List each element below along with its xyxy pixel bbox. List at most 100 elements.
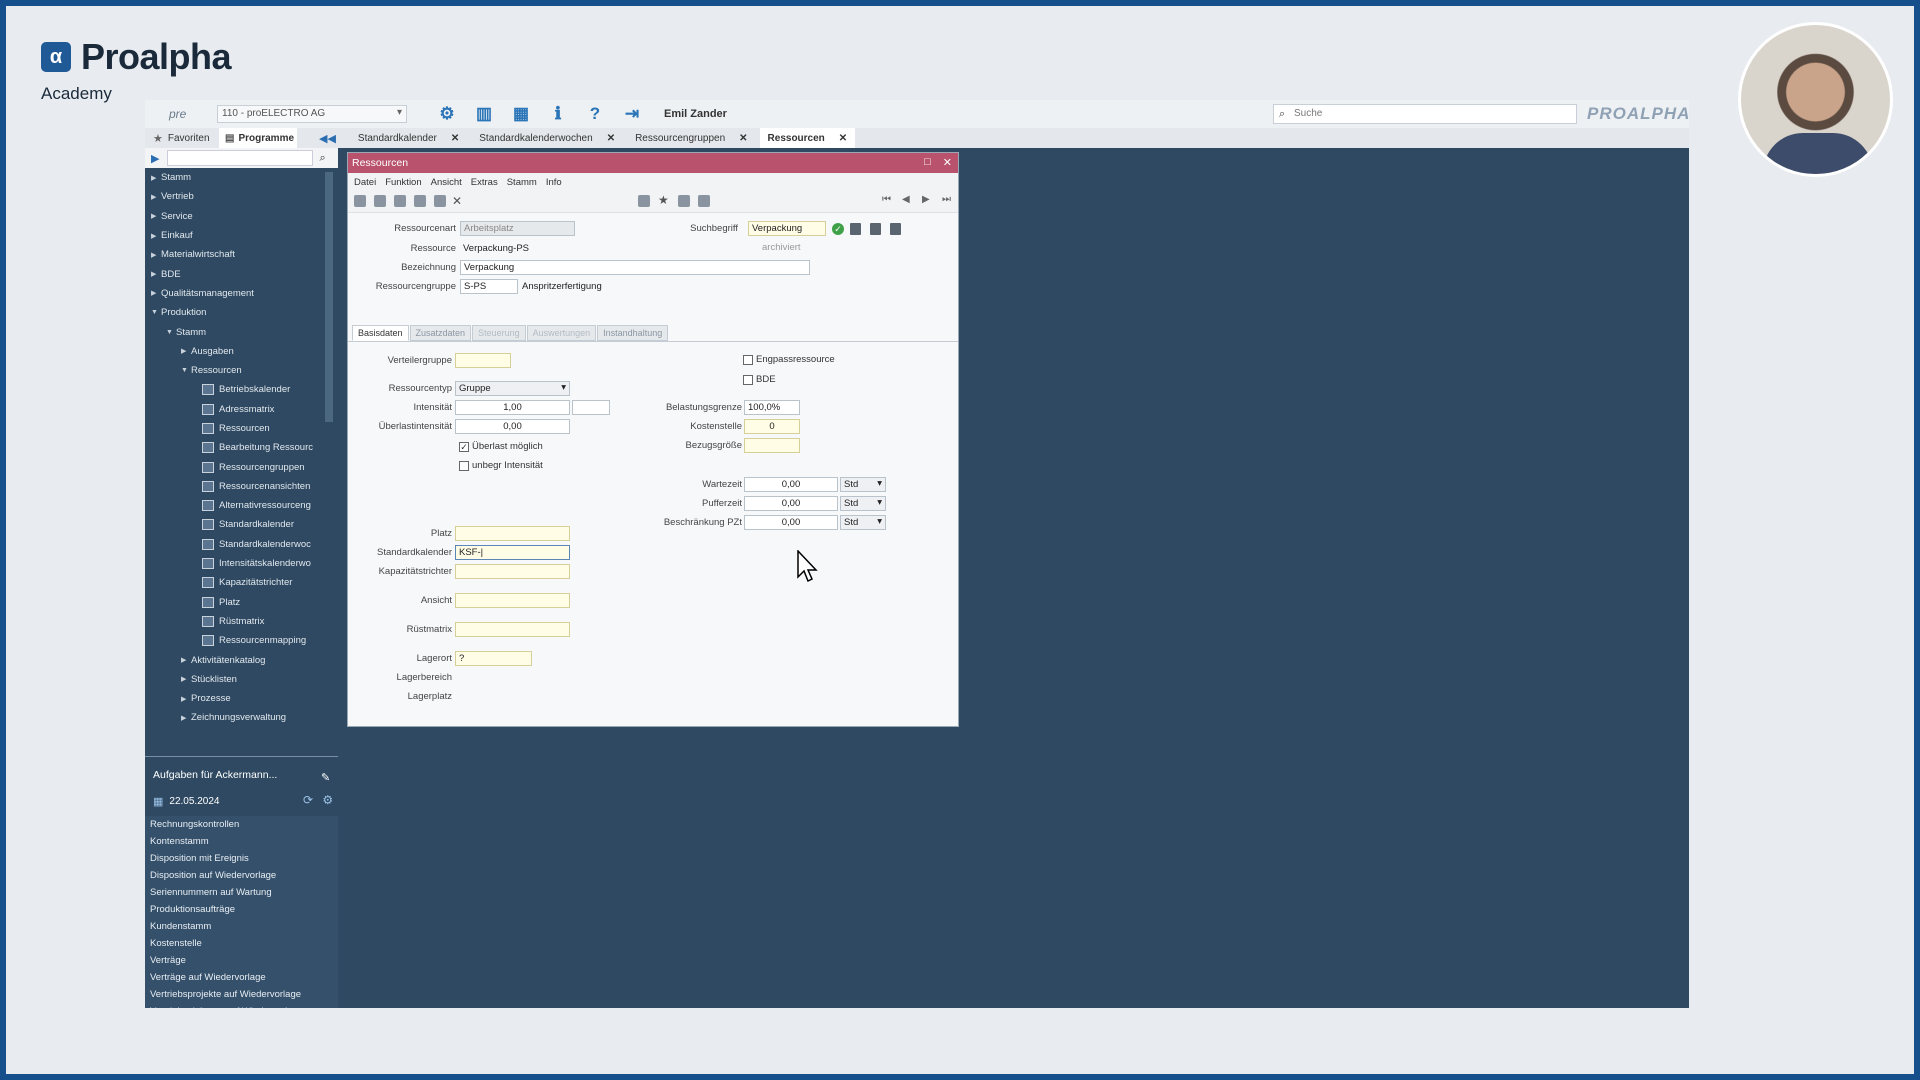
close-icon[interactable]: ✕ [943,156,952,169]
wartezeit-unit-select[interactable]: Std ▾ [840,477,886,492]
ueberlast-moeglich-checkbox[interactable]: ✓ [459,442,469,452]
tab-zusatzdaten[interactable]: Zusatzdaten [409,325,472,341]
tree-item-ressourcenmapping[interactable]: Ressourcenmapping [145,631,338,650]
tree-item-service[interactable]: ▶ Service [145,207,338,226]
ansicht-field[interactable] [455,593,570,608]
tree-item-einkauf[interactable]: ▶ Einkauf [145,226,338,245]
save-icon[interactable] [394,195,406,207]
tree-item-ressourcenansichten[interactable]: Ressourcenansichten [145,477,338,496]
suchbegriff-field[interactable]: Verpackung [748,221,826,236]
tree-item-adressmatrix[interactable]: Adressmatrix [145,400,338,419]
task-item[interactable]: Vertriebsprojekte auf Wiedervorlage [145,986,338,1003]
task-item[interactable]: Kundenstamm [145,918,338,935]
collapsed-arrow-icon[interactable]: ▶ [181,675,191,683]
menu-ansicht[interactable]: Ansicht [431,177,462,188]
tree-item-standardkalender[interactable]: Standardkalender [145,515,338,534]
menu-funktion[interactable]: Funktion [385,177,421,188]
exit-icon[interactable]: ⇥ [622,104,642,124]
help-icon[interactable]: ? [585,104,605,124]
edit-document-icon[interactable] [870,223,881,235]
intensitaet-field[interactable]: 1,00 [455,400,570,415]
pin-icon[interactable]: ✎ [321,771,330,784]
standardkalender-field[interactable]: KSF-| [455,545,570,560]
info-icon[interactable]: ℹ [548,104,568,124]
collapsed-arrow-icon[interactable]: ▶ [181,347,191,355]
tree-item-alternativressourceng[interactable]: Alternativressourceng [145,496,338,515]
menu-stamm[interactable]: Stamm [507,177,537,188]
gear-icon[interactable]: ⚙ [322,793,333,807]
menu-extras[interactable]: Extras [471,177,498,188]
tree-item-rustmatrix[interactable]: Rüstmatrix [145,612,338,631]
close-tab-icon[interactable]: ✕ [607,133,615,144]
kostenstelle-field[interactable]: 0 [744,419,800,434]
pufferzeit-unit-select[interactable]: Std ▾ [840,496,886,511]
expanded-arrow-icon[interactable]: ▼ [166,329,176,336]
unbegr-intensitaet-checkbox[interactable] [459,461,469,471]
task-item[interactable]: Verträge [145,952,338,969]
tree-item-stamm[interactable]: ▼ Stamm [145,322,338,341]
tree-item-ressourcen[interactable]: Ressourcen [145,419,338,438]
tree-item-ausgaben[interactable]: ▶ Ausgaben [145,342,338,361]
beschraenkung-field[interactable]: 0,00 [744,515,838,530]
platz-field[interactable] [455,526,570,541]
collapsed-arrow-icon[interactable]: ▶ [181,695,191,703]
tree-item-stucklisten[interactable]: ▶ Stücklisten [145,670,338,689]
task-item[interactable]: Seriennummern auf Wartung [145,884,338,901]
tree-item-prozesse[interactable]: ▶ Prozesse [145,689,338,708]
tree-item-ressourcen[interactable]: ▼ Ressourcen [145,361,338,380]
tree-scrollbar[interactable] [325,172,333,422]
close-tab-icon[interactable]: ✕ [451,133,459,144]
tree-item-materialwirtschaft[interactable]: ▶ Materialwirtschaft [145,245,338,264]
refresh-icon[interactable]: ⟳ [303,793,313,807]
tree-item-ressourcengruppen[interactable]: Ressourcengruppen [145,457,338,476]
tab-standardkalenderwochen[interactable]: Standardkalenderwochen ✕ [471,128,623,148]
tab-ressourcen[interactable]: Ressourcen ✕ [759,128,856,148]
tab-instandhaltung[interactable]: Instandhaltung [597,325,669,341]
document-icon[interactable] [850,223,861,235]
tab-auswertungen[interactable]: Auswertungen [526,325,597,341]
global-search-input[interactable]: ⌕ Suche [1273,104,1577,124]
tree-item-platz[interactable]: Platz [145,593,338,612]
search-icon[interactable]: ⌕ [319,152,325,165]
expanded-arrow-icon[interactable]: ▼ [151,309,161,316]
menu-datei[interactable]: Datei [354,177,376,188]
collapsed-arrow-icon[interactable]: ▶ [181,656,191,664]
copy-icon[interactable] [414,195,426,207]
tab-ressourcengruppen[interactable]: Ressourcengruppen ✕ [627,128,755,148]
task-item[interactable]: Kostenstelle [145,935,338,952]
kapazitaetstrichter-field[interactable] [455,564,570,579]
tree-item-produktion[interactable]: ▼ Produktion [145,303,338,322]
bezeichnung-field[interactable]: Verpackung [460,260,810,275]
beschraenkung-unit-select[interactable]: Std ▾ [840,515,886,530]
tab-standardkalender[interactable]: Standardkalender ✕ [350,128,467,148]
favorite-star-icon[interactable]: ★ [658,193,669,207]
collapsed-arrow-icon[interactable]: ▶ [151,193,161,201]
belastungsgrenze-field[interactable]: 100,0% [744,400,800,415]
collapsed-arrow-icon[interactable]: ▶ [151,289,161,297]
ressourcenart-field[interactable]: Arbeitsplatz [460,221,575,236]
tab-basisdaten[interactable]: Basisdaten [352,325,409,341]
task-item[interactable]: Kontenstamm [145,833,338,850]
tree-item-betriebskalender[interactable]: Betriebskalender [145,380,338,399]
collapsed-arrow-icon[interactable]: ▶ [181,714,191,722]
refresh-icon[interactable] [678,195,690,207]
close-tab-icon[interactable]: ✕ [739,133,747,144]
ressourcentyp-select[interactable]: Gruppe ▾ [455,381,570,396]
pufferzeit-field[interactable]: 0,00 [744,496,838,511]
table-icon[interactable]: ▦ [511,104,531,124]
task-item[interactable]: Verträge auf Wiedervorlage [145,969,338,986]
tree-item-standardkalenderwoc[interactable]: Standardkalenderwoc [145,535,338,554]
ruestmatrix-field[interactable] [455,622,570,637]
maximize-icon[interactable]: □ [924,156,931,169]
wartezeit-field[interactable]: 0,00 [744,477,838,492]
verteilergruppe-field[interactable] [455,353,511,368]
prev-record-icon[interactable]: ◀ [902,194,910,205]
grid-icon[interactable] [638,195,650,207]
tree-item-intensitatskalenderwo[interactable]: Intensitätskalenderwo [145,554,338,573]
tree-item-stamm[interactable]: ▶ Stamm [145,168,338,187]
sidebar-search-input[interactable] [167,150,314,166]
notes-icon[interactable] [890,223,901,235]
gear-icon[interactable]: ⚙ [437,104,457,124]
tab-steuerung[interactable]: Steuerung [472,325,526,341]
collapsed-arrow-icon[interactable]: ▶ [151,232,161,240]
